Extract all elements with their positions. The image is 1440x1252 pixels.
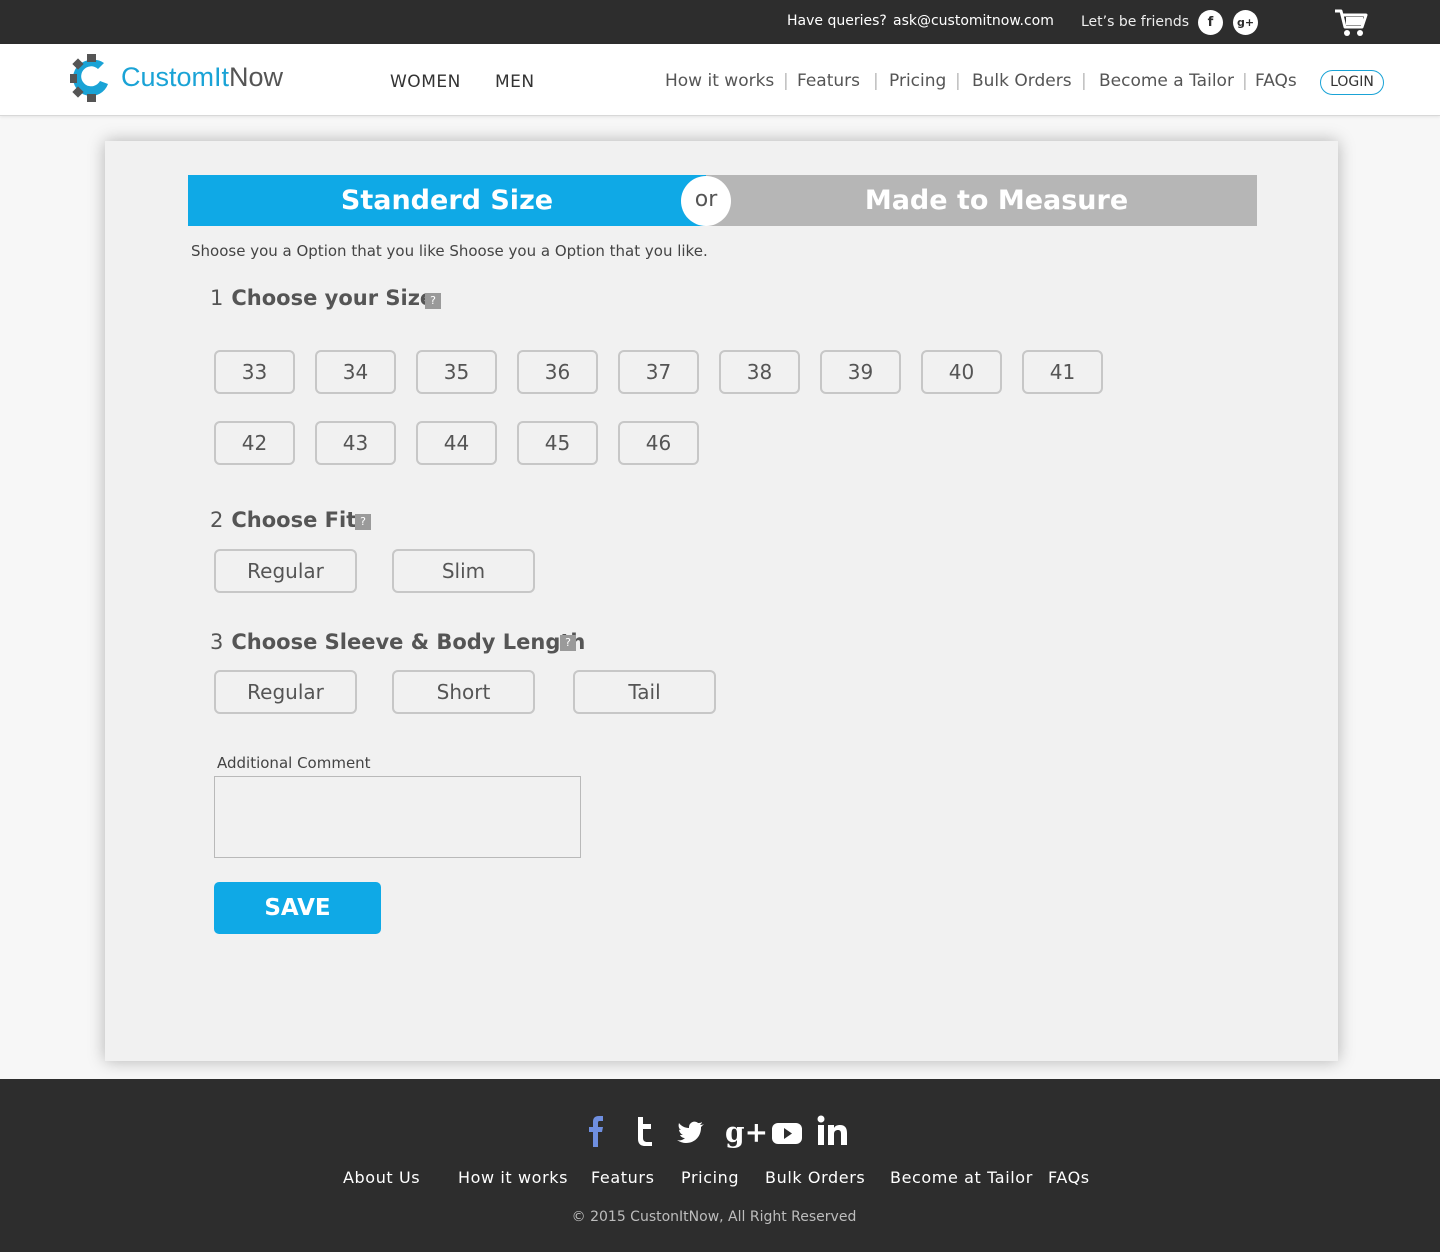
size-mode-toggle: Standerd Size Made to Measure or <box>188 175 1257 226</box>
standard-size-tab[interactable]: Standerd Size <box>188 175 706 226</box>
or-badge: or <box>681 176 731 226</box>
comment-textarea[interactable] <box>214 776 581 858</box>
youtube-icon[interactable] <box>771 1114 803 1148</box>
footer: g+ About Us How it works Featurs Pricing… <box>0 1079 1440 1252</box>
facebook-icon[interactable] <box>588 1114 604 1148</box>
queries-label: Have queries? <box>787 13 887 29</box>
comment-label: Additional Comment <box>217 754 371 772</box>
made-to-measure-tab[interactable]: Made to Measure <box>706 175 1257 226</box>
footer-features[interactable]: Featurs <box>591 1168 655 1187</box>
footer-faqs[interactable]: FAQs <box>1048 1168 1090 1187</box>
google-plus-icon[interactable]: g+ <box>1233 10 1258 35</box>
copyright-text: © 2015 CustonItNow, All Right Reserved <box>571 1209 857 1225</box>
sleeve-option-short[interactable]: Short <box>392 670 535 714</box>
size-option[interactable]: 39 <box>820 350 901 394</box>
gear-logo-icon[interactable] <box>70 54 112 102</box>
fit-section-title: 2 Choose Fit <box>210 508 357 532</box>
footer-bulk-orders[interactable]: Bulk Orders <box>765 1168 865 1187</box>
size-option[interactable]: 34 <box>315 350 396 394</box>
footer-how-it-works[interactable]: How it works <box>458 1168 568 1187</box>
sleeve-help-icon[interactable]: ? <box>560 635 576 651</box>
nav-bulk-orders[interactable]: Bulk Orders <box>972 71 1072 91</box>
nav-pricing[interactable]: Pricing <box>889 71 946 91</box>
nav-divider: | <box>955 71 961 91</box>
size-option[interactable]: 41 <box>1022 350 1103 394</box>
support-email-link[interactable]: ask@customitnow.com <box>893 13 1054 29</box>
top-bar: Have queries? ask@customitnow.com Let’s … <box>0 0 1440 44</box>
size-option[interactable]: 33 <box>214 350 295 394</box>
size-option[interactable]: 36 <box>517 350 598 394</box>
footer-pricing[interactable]: Pricing <box>681 1168 739 1187</box>
nav-divider: | <box>1242 71 1248 91</box>
tumblr-icon[interactable] <box>633 1114 655 1148</box>
size-section-title: 1 Choose your Size <box>210 286 435 310</box>
friends-label: Let’s be friends <box>1081 14 1190 30</box>
cart-icon[interactable] <box>1334 8 1368 38</box>
size-help-icon[interactable]: ? <box>425 293 441 309</box>
sleeve-option-tail[interactable]: Tail <box>573 670 716 714</box>
size-option[interactable]: 43 <box>315 421 396 465</box>
twitter-icon[interactable] <box>676 1114 706 1148</box>
size-option[interactable]: 35 <box>416 350 497 394</box>
main-header: CustomItNow WOMEN MEN How it works | Fea… <box>0 44 1440 116</box>
size-option[interactable]: 44 <box>416 421 497 465</box>
brand-logo-text[interactable]: CustomItNow <box>121 62 283 93</box>
facebook-icon[interactable]: f <box>1198 10 1223 35</box>
login-button[interactable]: LOGIN <box>1320 70 1384 95</box>
sleeve-option-regular[interactable]: Regular <box>214 670 357 714</box>
nav-features[interactable]: Featurs <box>797 71 860 91</box>
size-option[interactable]: 37 <box>618 350 699 394</box>
nav-divider: | <box>1081 71 1087 91</box>
nav-become-tailor[interactable]: Become a Tailor <box>1099 71 1234 91</box>
nav-divider: | <box>783 71 789 91</box>
nav-women[interactable]: WOMEN <box>390 72 461 92</box>
fit-help-icon[interactable]: ? <box>355 514 371 530</box>
footer-become-tailor[interactable]: Become at Tailor <box>890 1168 1033 1187</box>
nav-how-it-works[interactable]: How it works <box>665 71 774 91</box>
fit-option-slim[interactable]: Slim <box>392 549 535 593</box>
footer-about-us[interactable]: About Us <box>343 1168 420 1187</box>
size-option[interactable]: 42 <box>214 421 295 465</box>
size-selection-card: Standerd Size Made to Measure or Shoose … <box>105 141 1338 1061</box>
size-option[interactable]: 40 <box>921 350 1002 394</box>
nav-faqs[interactable]: FAQs <box>1255 71 1297 91</box>
nav-divider: | <box>873 71 879 91</box>
intro-text: Shoose you a Option that you like Shoose… <box>191 242 708 260</box>
linkedin-icon[interactable] <box>817 1114 849 1148</box>
save-button[interactable]: SAVE <box>214 882 381 934</box>
size-option[interactable]: 46 <box>618 421 699 465</box>
fit-option-regular[interactable]: Regular <box>214 549 357 593</box>
size-option[interactable]: 38 <box>719 350 800 394</box>
sleeve-section-title: 3 Choose Sleeve & Body Length <box>210 630 586 654</box>
nav-men[interactable]: MEN <box>495 72 535 92</box>
google-plus-icon[interactable]: g+ <box>725 1116 768 1150</box>
size-option[interactable]: 45 <box>517 421 598 465</box>
